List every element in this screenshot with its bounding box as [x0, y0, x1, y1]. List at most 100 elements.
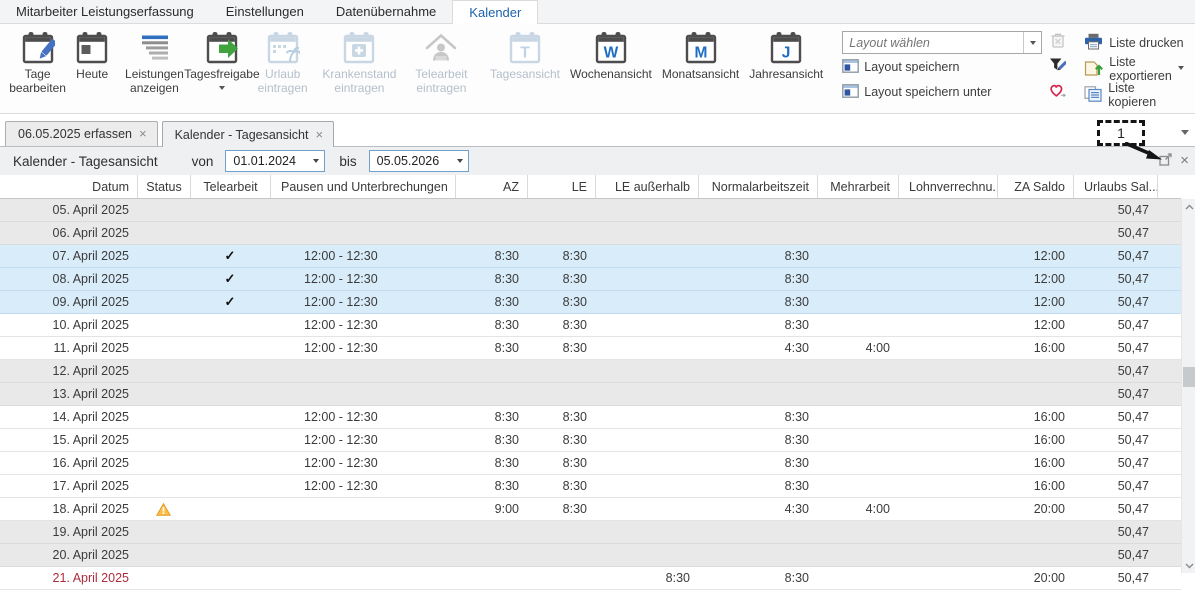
cell-lohnverrechnung[interactable] [898, 383, 997, 405]
document-tab-kalender-tagesansicht[interactable]: Kalender - Tagesansicht× [162, 121, 334, 147]
cell-le[interactable]: 8:30 [527, 268, 595, 290]
cell-pausen[interactable] [270, 544, 455, 566]
ribbon-button-jahresansicht[interactable]: JJahresansicht [744, 26, 828, 111]
cell-status[interactable] [137, 544, 190, 566]
cell-az[interactable]: 8:30 [455, 452, 527, 474]
cell-az[interactable] [455, 360, 527, 382]
cell-le_ausserhalb[interactable] [595, 498, 698, 520]
cell-telearbeit[interactable] [190, 498, 270, 520]
cell-za_saldo[interactable]: 12:00 [997, 314, 1073, 336]
table-row[interactable]: 10. April 202512:00 - 12:308:308:308:301… [0, 314, 1181, 337]
cell-mehrarbeit[interactable] [817, 452, 898, 474]
cell-urlaubs_saldo[interactable]: 50,47 [1073, 337, 1157, 359]
cell-az[interactable]: 9:00 [455, 498, 527, 520]
cell-datum[interactable]: 20. April 2025 [0, 544, 137, 566]
cell-le_ausserhalb[interactable] [595, 383, 698, 405]
layout-combobox-dropdown-button[interactable] [1023, 32, 1041, 53]
column-header-datum[interactable]: Datum [0, 175, 137, 198]
date-to-input[interactable] [370, 154, 452, 168]
cell-normalarbeitszeit[interactable] [698, 544, 817, 566]
cell-mehrarbeit[interactable] [817, 199, 898, 221]
cell-urlaubs_saldo[interactable]: 50,47 [1073, 544, 1157, 566]
cell-pausen[interactable] [270, 521, 455, 543]
cell-urlaubs_saldo[interactable]: 50,47 [1073, 498, 1157, 520]
cell-telearbeit[interactable] [190, 222, 270, 244]
cell-le[interactable]: 8:30 [527, 452, 595, 474]
cell-normalarbeitszeit[interactable]: 4:30 [698, 337, 817, 359]
cell-lohnverrechnung[interactable] [898, 498, 997, 520]
cell-normalarbeitszeit[interactable]: 8:30 [698, 475, 817, 497]
cell-normalarbeitszeit[interactable]: 4:30 [698, 498, 817, 520]
cell-za_saldo[interactable]: 16:00 [997, 429, 1073, 451]
cell-le[interactable] [527, 383, 595, 405]
cell-pausen[interactable] [270, 567, 455, 589]
cell-pausen[interactable]: 12:00 - 12:30 [270, 245, 455, 267]
cell-lohnverrechnung[interactable] [898, 337, 997, 359]
ribbon-button-heute[interactable]: Heute [69, 26, 115, 111]
ribbon-tab-kalender[interactable]: Kalender [452, 0, 538, 24]
cell-le[interactable] [527, 360, 595, 382]
cell-status[interactable] [137, 406, 190, 428]
cell-urlaubs_saldo[interactable]: 50,47 [1073, 452, 1157, 474]
ribbon-button-monatsansicht[interactable]: MMonatsansicht [657, 26, 744, 111]
cell-status[interactable] [137, 291, 190, 313]
cell-le_ausserhalb[interactable]: 8:30 [595, 567, 698, 589]
column-header-le[interactable]: LE [527, 175, 595, 198]
cell-telearbeit[interactable] [190, 429, 270, 451]
cell-urlaubs_saldo[interactable]: 50,47 [1073, 314, 1157, 336]
cell-urlaubs_saldo[interactable]: 50,47 [1073, 268, 1157, 290]
cell-mehrarbeit[interactable] [817, 383, 898, 405]
cell-az[interactable] [455, 567, 527, 589]
cell-datum[interactable]: 08. April 2025 [0, 268, 137, 290]
cell-normalarbeitszeit[interactable] [698, 383, 817, 405]
cell-za_saldo[interactable] [997, 544, 1073, 566]
table-row[interactable]: 14. April 202512:00 - 12:308:308:308:301… [0, 406, 1181, 429]
cell-le_ausserhalb[interactable] [595, 245, 698, 267]
cell-urlaubs_saldo[interactable]: 50,47 [1073, 360, 1157, 382]
column-header-lohnverrechnung[interactable]: Lohnverrechnu... [898, 175, 997, 198]
cell-za_saldo[interactable]: 16:00 [997, 406, 1073, 428]
table-row[interactable]: 12. April 202550,47 [0, 360, 1181, 383]
cell-status[interactable] [137, 383, 190, 405]
cell-lohnverrechnung[interactable] [898, 452, 997, 474]
cell-status[interactable] [137, 337, 190, 359]
cell-mehrarbeit[interactable] [817, 268, 898, 290]
cell-telearbeit[interactable] [190, 337, 270, 359]
cell-pausen[interactable] [270, 199, 455, 221]
cell-pausen[interactable]: 12:00 - 12:30 [270, 475, 455, 497]
ribbon-tab-mitarbeiter-leistungserfassung[interactable]: Mitarbeiter Leistungserfassung [0, 0, 210, 23]
cell-za_saldo[interactable] [997, 199, 1073, 221]
filter-edit-icon[interactable] [1049, 57, 1066, 79]
cell-za_saldo[interactable]: 12:00 [997, 268, 1073, 290]
cell-normalarbeitszeit[interactable]: 8:30 [698, 268, 817, 290]
cell-lohnverrechnung[interactable] [898, 429, 997, 451]
cell-az[interactable]: 8:30 [455, 337, 527, 359]
layout-save-as-button[interactable]: Layout speichern unter [842, 80, 1042, 104]
cell-datum[interactable]: 05. April 2025 [0, 199, 137, 221]
cell-datum[interactable]: 13. April 2025 [0, 383, 137, 405]
ribbon-tab-einstellungen[interactable]: Einstellungen [210, 0, 320, 23]
cell-mehrarbeit[interactable] [817, 429, 898, 451]
cell-le[interactable]: 8:30 [527, 429, 595, 451]
cell-datum[interactable]: 11. April 2025 [0, 337, 137, 359]
vertical-scrollbar[interactable] [1181, 199, 1195, 573]
cell-lohnverrechnung[interactable] [898, 222, 997, 244]
cell-status[interactable] [137, 521, 190, 543]
cell-status[interactable] [137, 475, 190, 497]
cell-urlaubs_saldo[interactable]: 50,47 [1073, 291, 1157, 313]
cell-le[interactable] [527, 199, 595, 221]
column-header-normalarbeitszeit[interactable]: Normalarbeitszeit [698, 175, 817, 198]
cell-le_ausserhalb[interactable] [595, 268, 698, 290]
cell-za_saldo[interactable]: 16:00 [997, 452, 1073, 474]
cell-telearbeit[interactable] [190, 406, 270, 428]
cell-lohnverrechnung[interactable] [898, 544, 997, 566]
cell-pausen[interactable]: 12:00 - 12:30 [270, 314, 455, 336]
cell-datum[interactable]: 14. April 2025 [0, 406, 137, 428]
column-header-status[interactable]: Status [137, 175, 190, 198]
cell-status[interactable] [137, 268, 190, 290]
cell-le_ausserhalb[interactable] [595, 222, 698, 244]
cell-pausen[interactable] [270, 360, 455, 382]
table-row[interactable]: 18. April 20259:008:304:304:0020:0050,47 [0, 498, 1181, 521]
cell-lohnverrechnung[interactable] [898, 475, 997, 497]
cell-mehrarbeit[interactable] [817, 406, 898, 428]
